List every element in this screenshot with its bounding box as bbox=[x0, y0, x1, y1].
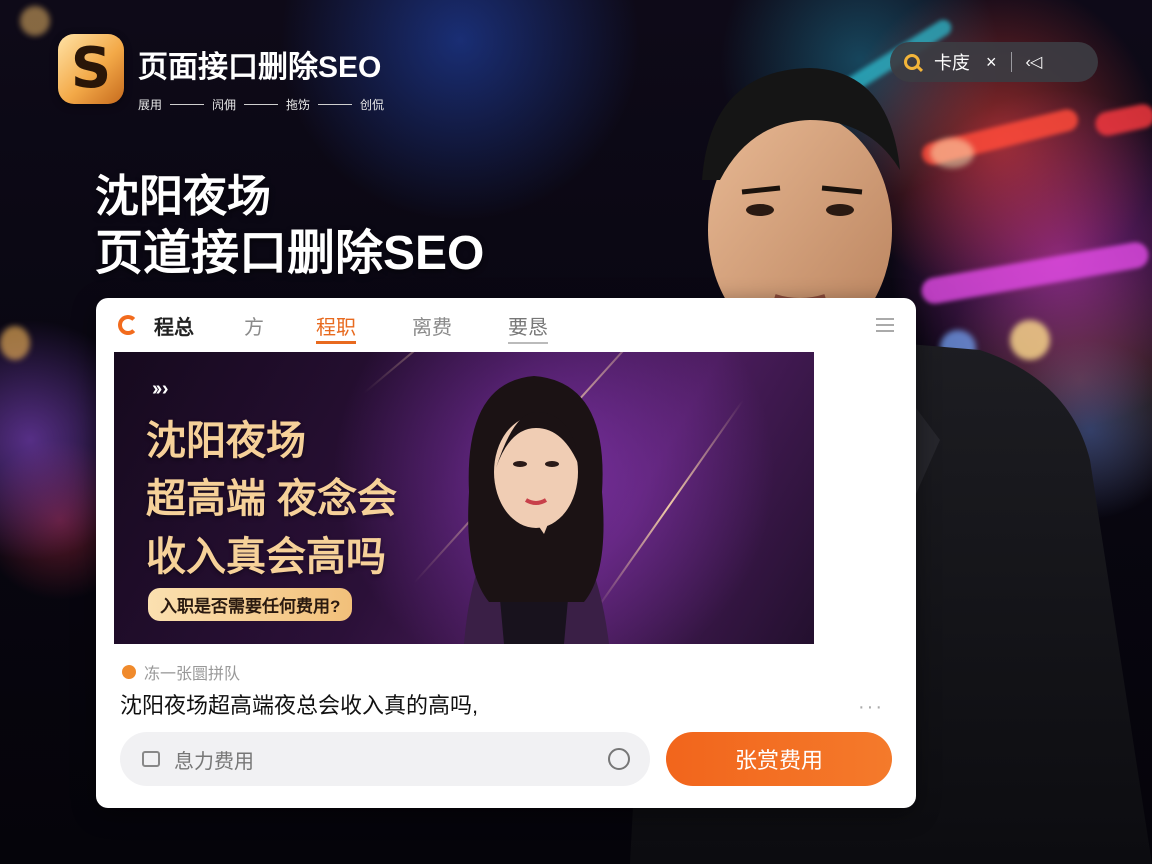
tab-1[interactable]: 方 bbox=[244, 298, 264, 352]
meta-dot-icon bbox=[122, 665, 136, 679]
hero-title-line2: 页道接口删除SEO bbox=[95, 227, 485, 280]
hamburger-menu-icon[interactable] bbox=[876, 318, 894, 332]
banner-headline: 沈阳夜场 超高端 夜念会 收入真会高吗 bbox=[146, 412, 397, 586]
logo-title: 页面接口删除SEO bbox=[138, 51, 382, 84]
question-text: 沈阳夜场超高端夜总会收入真的高吗, bbox=[120, 693, 479, 718]
tab-brand[interactable]: 程总 bbox=[154, 298, 194, 352]
site-logo[interactable]: S 页面接口删除SEO 展用 闶佣 拖饬 创侃 bbox=[58, 34, 384, 113]
logo-tagline: 展用 闶佣 拖饬 创侃 bbox=[138, 98, 385, 112]
banner-line: 沈阳夜场 bbox=[146, 419, 306, 463]
banner-tag: 入职是否需要任何费用? bbox=[148, 588, 353, 621]
banner-line: 收入真会高吗 bbox=[146, 535, 386, 579]
note-icon bbox=[142, 751, 160, 767]
promo-banner[interactable]: ›› › 沈阳夜场 超高端 夜念会 收入真会高吗 入职是否需要任何费用? bbox=[114, 352, 814, 644]
tab-3[interactable]: 离费 bbox=[412, 298, 452, 352]
meta-line: 冻一张圜拼队 bbox=[122, 660, 240, 684]
banner-line: 超高端 夜念会 bbox=[146, 477, 398, 521]
hero-title-line1: 沈阳夜场 bbox=[95, 172, 271, 221]
bokeh-light bbox=[20, 6, 50, 36]
logo-text: 页面接口删除SEO 展用 闶佣 拖饬 创侃 bbox=[138, 34, 384, 113]
meta-text: 冻一张圜拼队 bbox=[144, 666, 241, 683]
hero-heading: 沈阳夜场 页道接口删除SEO bbox=[95, 170, 484, 284]
content-card: 程总 方 程职 离费 要恳 ›› › 沈阳夜场 超高端 夜念会 收入真会高吗 入… bbox=[96, 298, 916, 808]
card-tab-bar: 程总 方 程职 离费 要恳 bbox=[96, 298, 916, 352]
cta-button[interactable]: 张赏费用 bbox=[666, 732, 892, 786]
brand-g-icon bbox=[118, 315, 138, 335]
search-icon[interactable] bbox=[608, 748, 630, 770]
woman-portrait-image bbox=[464, 376, 609, 644]
tab-4[interactable]: 要恳 bbox=[508, 298, 548, 352]
inquiry-input[interactable]: 息力费用 bbox=[120, 732, 650, 786]
chevrons-icon: ›› › bbox=[152, 378, 168, 400]
inquiry-input-placeholder[interactable]: 息力费用 bbox=[174, 745, 254, 774]
logo-mark-icon: S bbox=[58, 34, 124, 104]
bokeh-light bbox=[0, 326, 30, 360]
tab-active[interactable]: 程职 bbox=[316, 298, 356, 352]
more-options-icon[interactable]: ··· bbox=[858, 696, 884, 719]
